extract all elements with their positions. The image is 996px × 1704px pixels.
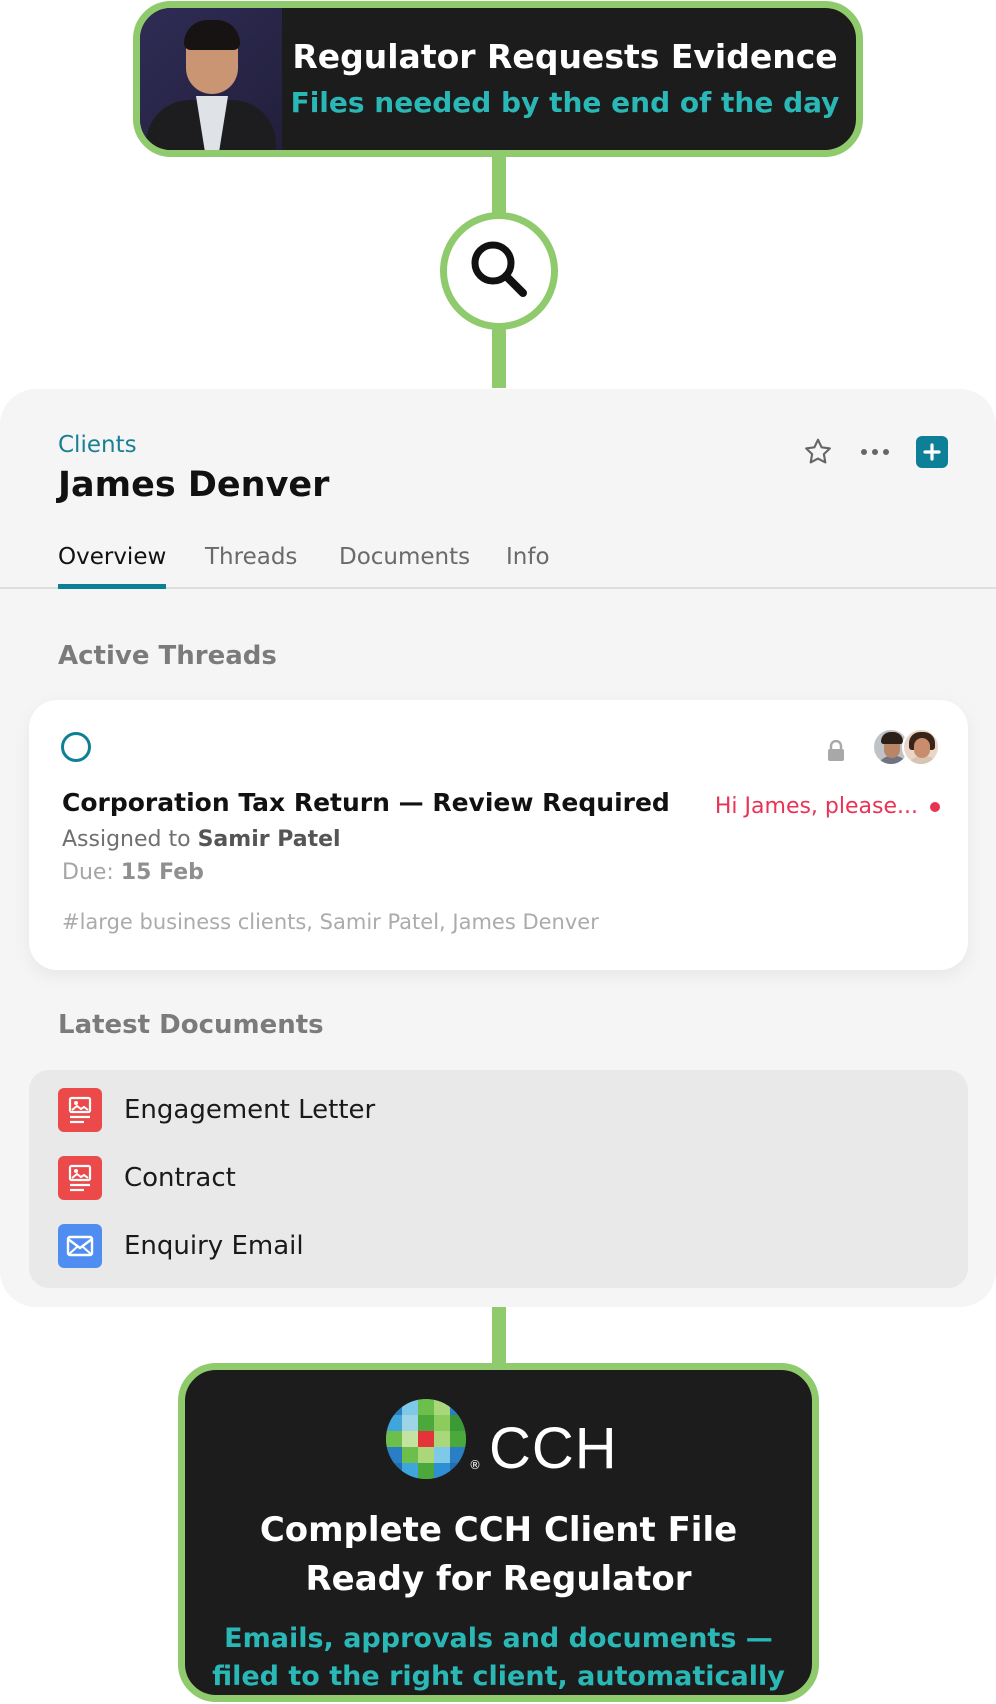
cch-logo: ® CCH [385, 1398, 618, 1480]
list-item[interactable]: Contract [58, 1156, 236, 1200]
search-step [440, 212, 558, 330]
avatar [902, 728, 940, 766]
search-icon [467, 237, 531, 305]
document-name: Enquiry Email [124, 1231, 304, 1261]
list-item[interactable]: Engagement Letter [58, 1088, 375, 1132]
plus-icon [923, 443, 941, 461]
document-name: Contract [124, 1163, 236, 1193]
regulator-portrait [140, 8, 282, 150]
add-button[interactable] [916, 436, 948, 468]
page-title: James Denver [58, 465, 330, 505]
more-options-icon[interactable] [860, 447, 890, 457]
image-document-icon [58, 1156, 102, 1200]
result-title: Complete CCH Client File Ready for Regul… [259, 1510, 738, 1599]
image-document-icon [58, 1088, 102, 1132]
registered-mark: ® [469, 1458, 481, 1472]
thread-status-toggle[interactable] [61, 732, 91, 762]
document-name: Engagement Letter [124, 1095, 376, 1125]
client-panel: Clients James Denver Overview Threads Do… [0, 389, 996, 1307]
thread-due-date: Due: 15 Feb [62, 860, 204, 885]
breadcrumb-clients[interactable]: Clients [58, 432, 137, 458]
header-actions [802, 436, 948, 468]
participant-avatars [872, 728, 942, 768]
thread-assignee: Assigned to Samir Patel [62, 827, 341, 852]
tab-documents[interactable]: Documents [339, 539, 470, 589]
tab-threads[interactable]: Threads [205, 539, 297, 589]
regulator-request-card: Regulator Requests Evidence Files needed… [133, 1, 863, 157]
cch-globe-icon [386, 1399, 466, 1479]
connector-line-bottom [492, 1300, 506, 1370]
active-threads-heading: Active Threads [58, 641, 277, 671]
latest-documents-heading: Latest Documents [58, 1010, 324, 1040]
star-icon[interactable] [802, 436, 834, 468]
unread-dot [930, 801, 940, 812]
tab-info[interactable]: Info [506, 539, 550, 589]
cch-result-card: ® CCH Complete CCH Client File Ready for… [178, 1363, 819, 1702]
thread-message-preview[interactable]: Hi James, please... [715, 794, 940, 819]
list-item[interactable]: Enquiry Email [58, 1224, 304, 1268]
regulator-request-title: Regulator Requests Evidence [292, 37, 838, 76]
thread-card[interactable]: Corporation Tax Return — Review Required… [29, 700, 968, 970]
cch-wordmark: CCH [489, 1416, 618, 1481]
tab-bar: Overview Threads Documents Info [0, 539, 996, 589]
lock-icon [827, 739, 845, 766]
result-subtitle: Emails, approvals and documents — filed … [212, 1623, 785, 1692]
email-icon [58, 1224, 102, 1268]
thread-tags: #large business clients, Samir Patel, Ja… [62, 910, 599, 934]
regulator-request-subtitle: Files needed by the end of the day [290, 86, 840, 119]
tab-overview[interactable]: Overview [58, 539, 167, 589]
thread-title[interactable]: Corporation Tax Return — Review Required [62, 788, 670, 817]
documents-list: Engagement Letter Contract Enquiry Email [29, 1070, 968, 1288]
